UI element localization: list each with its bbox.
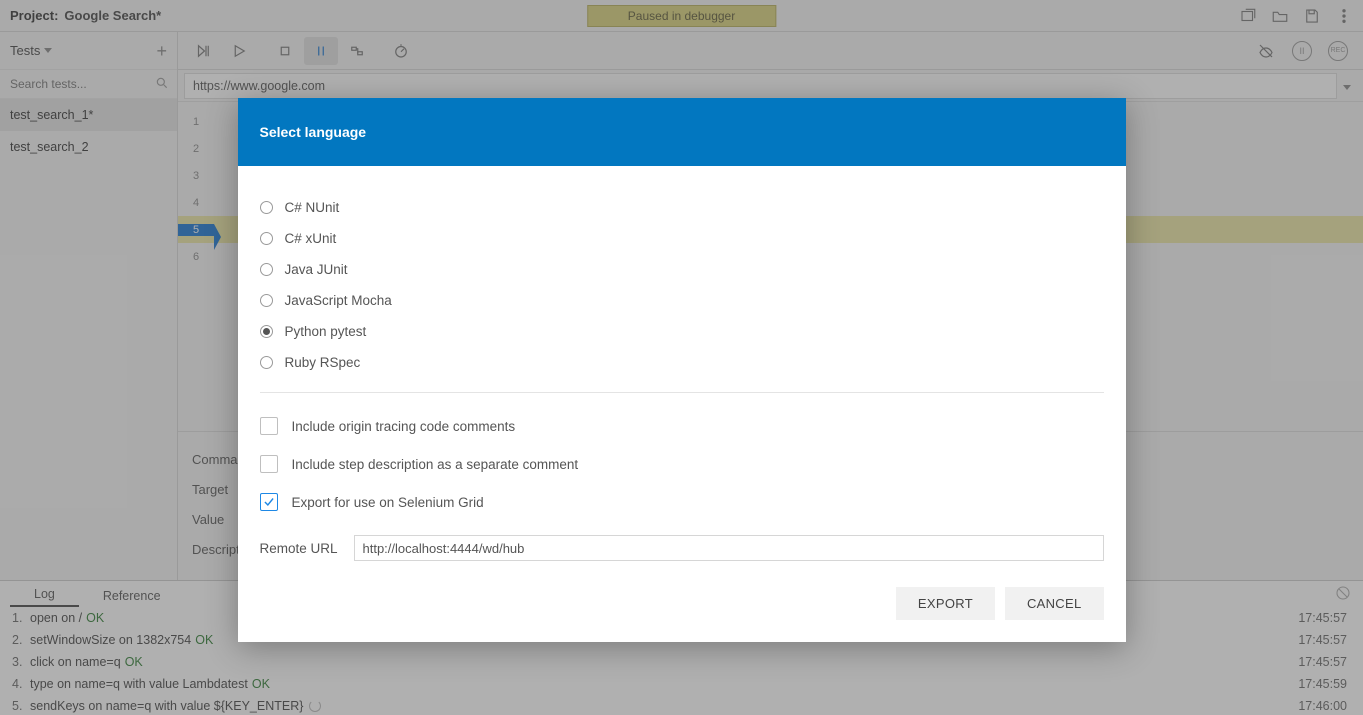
export-language-dialog: Select language C# NUnit C# xUnit Java JUn… [238, 98, 1126, 642]
remote-url-label: Remote URL [260, 541, 340, 556]
language-label: Java JUnit [285, 262, 348, 277]
language-option[interactable]: C# NUnit [260, 192, 1104, 223]
export-grid-label: Export for use on Selenium Grid [292, 495, 484, 510]
language-label: Python pytest [285, 324, 367, 339]
radio-icon [260, 201, 273, 214]
include-step-desc-label: Include step description as a separate c… [292, 457, 579, 472]
language-option[interactable]: JavaScript Mocha [260, 285, 1104, 316]
include-step-desc-checkbox[interactable] [260, 455, 278, 473]
radio-icon [260, 294, 273, 307]
language-label: C# xUnit [285, 231, 337, 246]
dialog-title: Select language [238, 98, 1126, 166]
language-label: Ruby RSpec [285, 355, 361, 370]
modal-overlay[interactable]: Select language C# NUnit C# xUnit Java JUn… [0, 0, 1363, 715]
radio-icon [260, 356, 273, 369]
export-grid-checkbox[interactable] [260, 493, 278, 511]
cancel-button[interactable]: CANCEL [1005, 587, 1104, 620]
language-option[interactable]: Python pytest [260, 316, 1104, 347]
language-label: C# NUnit [285, 200, 340, 215]
language-option[interactable]: Java JUnit [260, 254, 1104, 285]
export-button[interactable]: EXPORT [896, 587, 995, 620]
include-tracing-label: Include origin tracing code comments [292, 419, 516, 434]
radio-icon [260, 263, 273, 276]
remote-url-input[interactable] [354, 535, 1104, 561]
language-label: JavaScript Mocha [285, 293, 392, 308]
language-option[interactable]: Ruby RSpec [260, 347, 1104, 378]
radio-icon [260, 325, 273, 338]
radio-icon [260, 232, 273, 245]
include-tracing-checkbox[interactable] [260, 417, 278, 435]
language-option[interactable]: C# xUnit [260, 223, 1104, 254]
